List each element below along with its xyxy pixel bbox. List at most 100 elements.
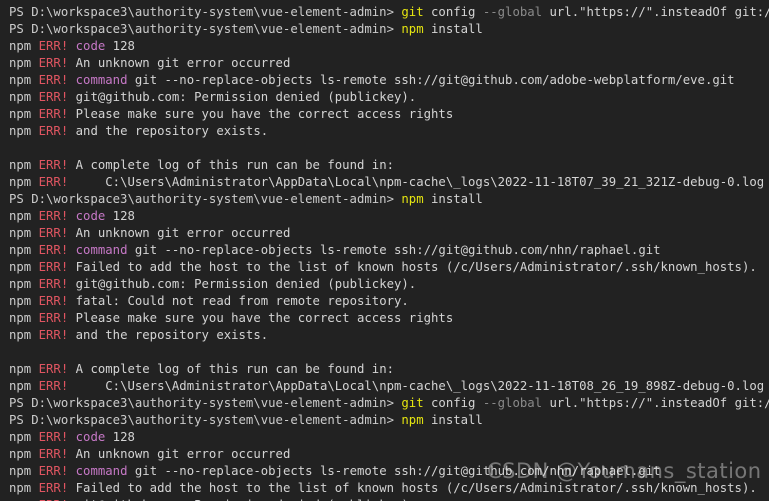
- terminal-token: --global: [482, 5, 543, 19]
- terminal-token: ERR!: [38, 294, 69, 308]
- terminal-line: PS D:\workspace3\authority-system\vue-el…: [9, 4, 769, 21]
- terminal-line: npm ERR! Please make sure you have the c…: [9, 310, 769, 327]
- terminal-token: config: [423, 396, 483, 410]
- terminal-token: npm: [9, 90, 39, 104]
- terminal-line: npm ERR! and the repository exists.: [9, 327, 769, 344]
- terminal-token: npm: [401, 413, 424, 427]
- terminal-token: npm: [9, 107, 39, 121]
- terminal-token: url."https://".insteadOf git://: [542, 396, 769, 410]
- terminal-token: ERR!: [38, 379, 69, 393]
- terminal-token: PS D:\workspace3\authority-system\vue-el…: [9, 22, 402, 36]
- terminal-line: npm ERR! An unknown git error occurred: [9, 225, 769, 242]
- terminal-token: code: [75, 209, 106, 223]
- terminal-token: fatal: Could not read from remote reposi…: [68, 294, 409, 308]
- terminal-token: npm: [401, 192, 424, 206]
- terminal-token: npm: [9, 260, 39, 274]
- terminal-token: --global: [482, 396, 543, 410]
- terminal-line: npm ERR! An unknown git error occurred: [9, 446, 769, 463]
- terminal-token: ERR!: [38, 107, 69, 121]
- terminal-token: C:\Users\Administrator\AppData\Local\npm…: [68, 379, 765, 393]
- terminal-token: ERR!: [38, 90, 69, 104]
- terminal-token: Please make sure you have the correct ac…: [68, 311, 454, 325]
- terminal-token: npm: [401, 22, 424, 36]
- terminal-line: npm ERR! C:\Users\Administrator\AppData\…: [9, 174, 769, 191]
- terminal-token: npm: [9, 430, 39, 444]
- terminal-token: ERR!: [38, 311, 69, 325]
- terminal-token: npm: [9, 209, 39, 223]
- terminal-token: PS D:\workspace3\authority-system\vue-el…: [9, 413, 402, 427]
- terminal-token: ERR!: [38, 430, 69, 444]
- terminal-token: ERR!: [38, 464, 69, 478]
- terminal-token: git --no-replace-objects ls-remote ssh:/…: [127, 73, 735, 87]
- terminal-token: git --no-replace-objects ls-remote ssh:/…: [127, 464, 661, 478]
- terminal-token: command: [75, 243, 128, 257]
- terminal-token: git: [401, 5, 424, 19]
- terminal-token: git --no-replace-objects ls-remote ssh:/…: [127, 243, 661, 257]
- terminal-token: Please make sure you have the correct ac…: [68, 107, 454, 121]
- terminal-token: Failed to add the host to the list of kn…: [68, 481, 757, 495]
- terminal-token: npm: [9, 311, 39, 325]
- terminal-token: C:\Users\Administrator\AppData\Local\npm…: [68, 175, 765, 189]
- terminal-token: npm: [9, 379, 39, 393]
- terminal-token: npm: [9, 158, 39, 172]
- terminal-line: PS D:\workspace3\authority-system\vue-el…: [9, 191, 769, 208]
- terminal-token: 128: [105, 430, 135, 444]
- terminal-token: ERR!: [38, 260, 69, 274]
- terminal-token: config: [423, 5, 483, 19]
- terminal-token: ERR!: [38, 73, 69, 87]
- terminal-token: git@github.com: Permission denied (publi…: [68, 90, 417, 104]
- terminal-token: ERR!: [38, 362, 69, 376]
- terminal-token: PS D:\workspace3\authority-system\vue-el…: [9, 192, 402, 206]
- terminal-token: An unknown git error occurred: [68, 226, 291, 240]
- terminal-token: npm: [9, 294, 39, 308]
- terminal-token: install: [423, 413, 483, 427]
- terminal-token: npm: [9, 362, 39, 376]
- terminal-token: npm: [9, 481, 39, 495]
- terminal-line: npm ERR! command git --no-replace-object…: [9, 72, 769, 89]
- terminal-token: ERR!: [38, 124, 69, 138]
- terminal-token: An unknown git error occurred: [68, 447, 291, 461]
- terminal-token: An unknown git error occurred: [68, 56, 291, 70]
- terminal-token: npm: [9, 243, 39, 257]
- terminal-token: ERR!: [38, 39, 69, 53]
- terminal-token: PS D:\workspace3\authority-system\vue-el…: [9, 396, 402, 410]
- terminal-token: ERR!: [38, 277, 69, 291]
- terminal-token: git: [401, 396, 424, 410]
- terminal-token: ERR!: [38, 328, 69, 342]
- terminal-token: code: [75, 39, 106, 53]
- terminal-token: and the repository exists.: [68, 124, 269, 138]
- terminal-token: npm: [9, 39, 39, 53]
- terminal-token: ERR!: [38, 447, 69, 461]
- terminal-token: Failed to add the host to the list of kn…: [68, 260, 757, 274]
- terminal-token: PS D:\workspace3\authority-system\vue-el…: [9, 5, 402, 19]
- terminal-token: install: [423, 22, 483, 36]
- terminal-token: npm: [9, 328, 39, 342]
- terminal-token: ERR!: [38, 56, 69, 70]
- terminal-line: npm ERR! git@github.com: Permission deni…: [9, 276, 769, 293]
- terminal-window[interactable]: PS D:\workspace3\authority-system\vue-el…: [0, 0, 769, 501]
- terminal-token: ERR!: [38, 175, 69, 189]
- terminal-token: A complete log of this run can be found …: [68, 158, 394, 172]
- terminal-token: ERR!: [38, 243, 69, 257]
- terminal-token: command: [75, 464, 128, 478]
- terminal-token: npm: [9, 124, 39, 138]
- terminal-token: ERR!: [38, 481, 69, 495]
- terminal-line: npm ERR! fatal: Could not read from remo…: [9, 293, 769, 310]
- terminal-token: ERR!: [38, 226, 69, 240]
- terminal-line: npm ERR! code 128: [9, 38, 769, 55]
- terminal-token: npm: [9, 56, 39, 70]
- terminal-token: npm: [9, 175, 39, 189]
- terminal-line: npm ERR! A complete log of this run can …: [9, 157, 769, 174]
- terminal-line: npm ERR! Please make sure you have the c…: [9, 106, 769, 123]
- terminal-line: PS D:\workspace3\authority-system\vue-el…: [9, 395, 769, 412]
- terminal-line: PS D:\workspace3\authority-system\vue-el…: [9, 412, 769, 429]
- terminal-token: 128: [105, 209, 135, 223]
- terminal-token: install: [423, 192, 483, 206]
